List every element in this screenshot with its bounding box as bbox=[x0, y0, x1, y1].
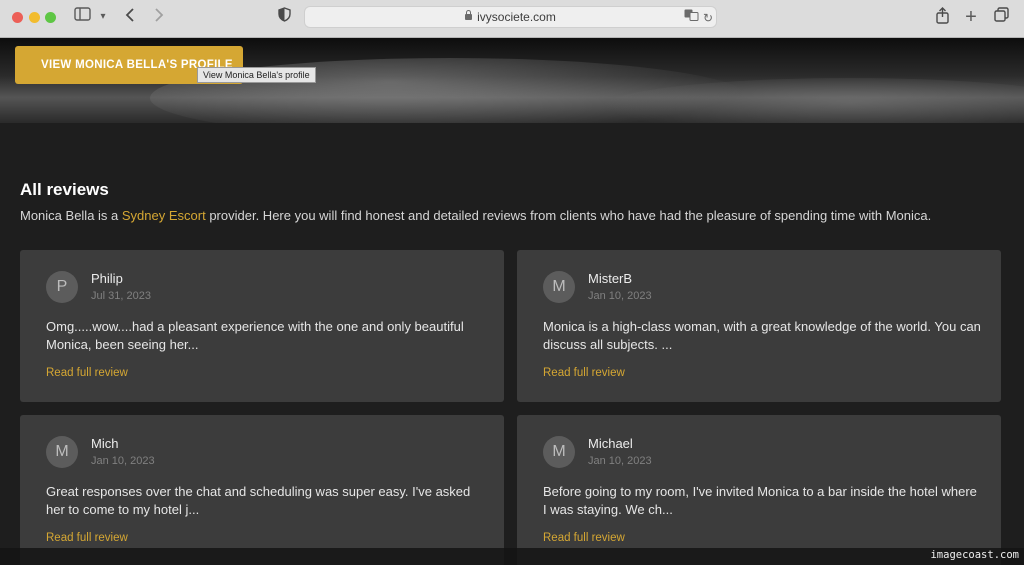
reviews-description-prefix: Monica Bella is a bbox=[20, 208, 122, 223]
new-tab-icon[interactable]: + bbox=[963, 7, 979, 27]
read-full-review-link[interactable]: Read full review bbox=[46, 532, 128, 544]
reviews-description: Monica Bella is a Sydney Escort provider… bbox=[20, 208, 931, 223]
reviewer-name: Michael bbox=[588, 436, 633, 451]
tab-overview-icon[interactable] bbox=[993, 7, 1009, 27]
reviews-description-suffix: provider. Here you will find honest and … bbox=[205, 208, 932, 223]
address-bar[interactable]: ivysociete.com ↻ bbox=[304, 6, 717, 28]
review-excerpt: Monica is a high-class woman, with a gre… bbox=[543, 319, 981, 352]
watermark-text: imagecoast.com bbox=[930, 549, 1019, 561]
reviewer-name: MisterB bbox=[588, 271, 633, 286]
back-icon[interactable] bbox=[122, 7, 138, 27]
avatar: P bbox=[46, 271, 78, 303]
translate-icon[interactable] bbox=[683, 8, 699, 28]
review-date: Jan 10, 2023 bbox=[588, 455, 652, 467]
review-card: M Michael Jan 10, 2023 Before going to m… bbox=[517, 415, 1001, 565]
reload-icon[interactable]: ↻ bbox=[701, 8, 715, 28]
close-window-button[interactable] bbox=[12, 12, 23, 23]
review-excerpt: Great responses over the chat and schedu… bbox=[46, 484, 471, 517]
hero-banner: VIEW MONICA BELLA'S PROFILE View Monica … bbox=[0, 38, 1024, 123]
chevron-down-icon[interactable]: ▾ bbox=[96, 7, 110, 27]
review-date: Jul 31, 2023 bbox=[91, 290, 151, 302]
zoom-window-button[interactable] bbox=[45, 12, 56, 23]
review-card: P Philip Jul 31, 2023 Omg.....wow....had… bbox=[20, 250, 504, 402]
review-date: Jan 10, 2023 bbox=[91, 455, 155, 467]
forward-icon[interactable] bbox=[151, 7, 167, 27]
read-full-review-link[interactable]: Read full review bbox=[543, 532, 625, 544]
read-full-review-link[interactable]: Read full review bbox=[46, 367, 128, 379]
avatar: M bbox=[543, 436, 575, 468]
minimize-window-button[interactable] bbox=[29, 12, 40, 23]
sidebar-icon[interactable] bbox=[73, 7, 91, 27]
reviews-title: All reviews bbox=[20, 180, 109, 199]
view-profile-tooltip: View Monica Bella's profile bbox=[197, 67, 316, 83]
review-excerpt: Before going to my room, I've invited Mo… bbox=[543, 484, 977, 517]
lock-icon bbox=[465, 10, 473, 20]
url-text: ivysociete.com bbox=[477, 10, 556, 24]
watermark-bar: imagecoast.com bbox=[0, 548, 1024, 565]
privacy-shield-icon[interactable] bbox=[276, 7, 292, 27]
share-icon[interactable] bbox=[934, 7, 950, 27]
review-card: M MisterB Jan 10, 2023 Monica is a high-… bbox=[517, 250, 1001, 402]
reviewer-name: Philip bbox=[91, 271, 123, 286]
review-excerpt: Omg.....wow....had a pleasant experience… bbox=[46, 319, 464, 352]
browser-toolbar: ▾ ivysociete.com ↻ + bbox=[0, 0, 1024, 38]
review-card: M Mich Jan 10, 2023 Great responses over… bbox=[20, 415, 504, 565]
reviewer-name: Mich bbox=[91, 436, 119, 451]
avatar: M bbox=[543, 271, 575, 303]
review-date: Jan 10, 2023 bbox=[588, 290, 652, 302]
avatar: M bbox=[46, 436, 78, 468]
read-full-review-link[interactable]: Read full review bbox=[543, 367, 625, 379]
sydney-escort-link[interactable]: Sydney Escort bbox=[122, 208, 206, 223]
